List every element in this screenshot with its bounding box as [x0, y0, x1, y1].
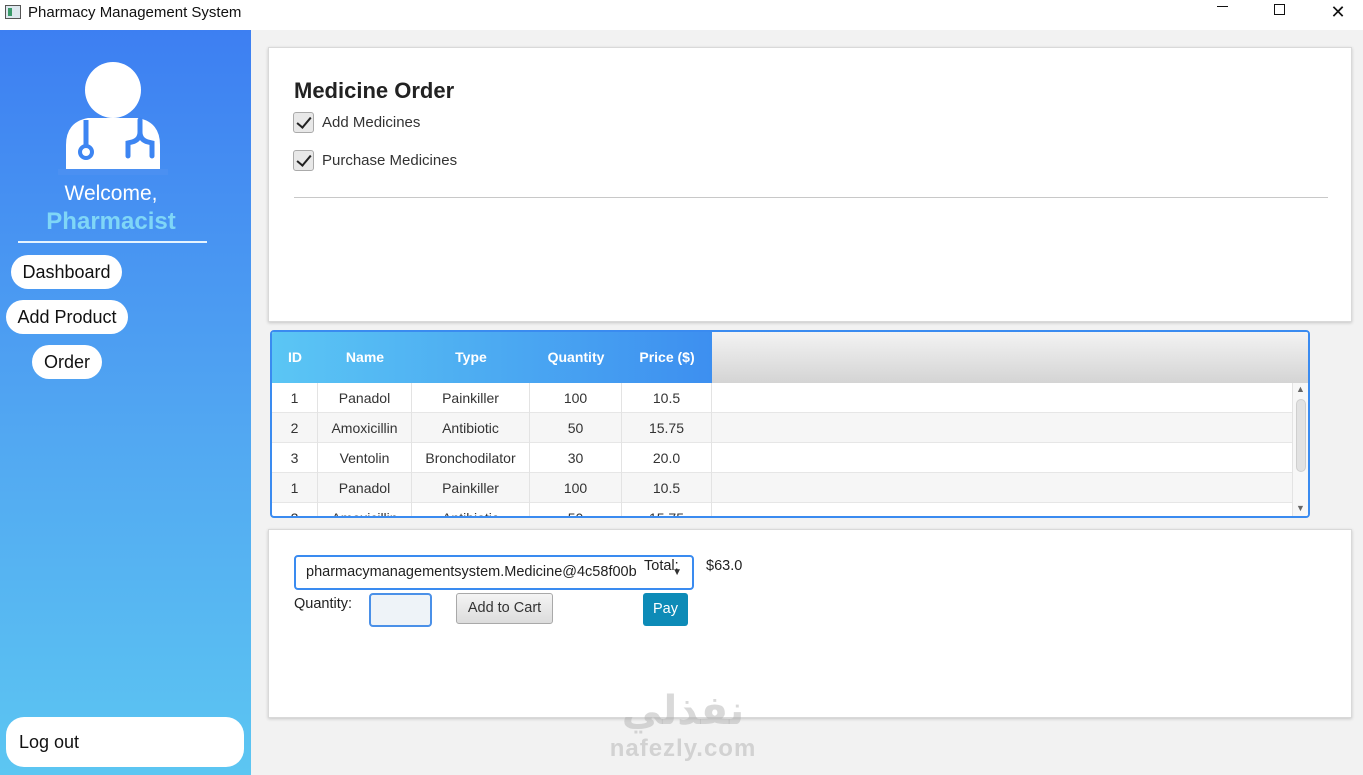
close-button[interactable]: ✕ [1315, 0, 1361, 30]
add-medicines-checkbox-row[interactable]: Add Medicines [293, 111, 420, 133]
table-cell: 50 [530, 413, 622, 443]
table-cell: 15.75 [622, 413, 712, 443]
sidebar: Welcome, Pharmacist Dashboard Add Produc… [0, 30, 251, 775]
sidebar-item-order[interactable]: Order [32, 345, 102, 379]
column-header-type[interactable]: Type [412, 332, 530, 383]
sidebar-item-add-product[interactable]: Add Product [6, 300, 128, 334]
watermark-url: nafezly.com [609, 735, 757, 762]
table-scrollbar[interactable]: ▲ ▼ [1292, 383, 1308, 516]
table-cell: 100 [530, 473, 622, 503]
scrollbar-thumb[interactable] [1296, 399, 1306, 472]
table-body: 1 Panadol Painkiller 100 10.5 2 Amoxicil… [272, 383, 1292, 516]
pay-button[interactable]: Pay [643, 593, 688, 626]
maximize-icon [1273, 4, 1285, 16]
total-label: Total: [644, 558, 679, 574]
minimize-icon [1216, 6, 1228, 8]
panel-divider [294, 197, 1328, 198]
medicines-table[interactable]: ID Name Type Quantity Price ($) 1 Panado… [270, 330, 1310, 518]
purchase-medicines-checkbox-row[interactable]: Purchase Medicines [293, 149, 457, 171]
role-text: Pharmacist [46, 208, 176, 235]
page-title: Medicine Order [294, 78, 455, 103]
table-cell: 2 [272, 413, 318, 443]
table-cell: Bronchodilator [412, 443, 530, 473]
table-cell: 20.0 [622, 443, 712, 473]
table-cell: 2 [272, 503, 318, 516]
scroll-down-icon[interactable]: ▼ [1296, 503, 1305, 513]
medicine-select-value: pharmacymanagementsystem.Medicine@4c58f0… [306, 564, 637, 580]
table-row[interactable]: 2 Amoxicillin Antibiotic 50 15.75 [272, 503, 1292, 516]
add-medicines-label: Add Medicines [322, 113, 421, 131]
medicine-order-panel: Medicine Order Add Medicines Purchase Me… [268, 47, 1352, 322]
title-bar: Pharmacy Management System ✕ [0, 0, 1363, 30]
table-cell: Amoxicillin [318, 413, 412, 443]
table-cell: Ventolin [318, 443, 412, 473]
column-header-price[interactable]: Price ($) [622, 332, 712, 383]
window-title: Pharmacy Management System [28, 4, 242, 21]
table-cell: Painkiller [412, 473, 530, 503]
table-cell: 1 [272, 473, 318, 503]
table-cell: 50 [530, 503, 622, 516]
column-header-name[interactable]: Name [318, 332, 412, 383]
table-cell: 10.5 [622, 473, 712, 503]
welcome-text: Welcome, [64, 182, 158, 205]
scroll-up-icon[interactable]: ▲ [1296, 384, 1305, 394]
total-value: $63.0 [706, 558, 743, 574]
table-header: ID Name Type Quantity Price ($) [272, 332, 1308, 383]
purchase-medicines-label: Purchase Medicines [322, 151, 458, 169]
purchase-medicines-checkbox[interactable] [293, 149, 314, 171]
app-icon [5, 5, 21, 19]
table-cell: Antibiotic [412, 413, 530, 443]
quantity-input[interactable] [369, 593, 432, 627]
quantity-label: Quantity: [294, 596, 353, 612]
table-cell: 3 [272, 443, 318, 473]
add-to-cart-button[interactable]: Add to Cart [456, 593, 553, 624]
minimize-button[interactable] [1199, 0, 1245, 30]
table-row[interactable]: 3 Ventolin Bronchodilator 30 20.0 [272, 443, 1292, 473]
sidebar-item-dashboard[interactable]: Dashboard [11, 255, 122, 289]
table-cell: 30 [530, 443, 622, 473]
sidebar-divider [18, 241, 207, 243]
table-cell: 10.5 [622, 383, 712, 413]
doctor-avatar-icon [58, 62, 168, 175]
table-cell: Panadol [318, 383, 412, 413]
table-cell: 1 [272, 383, 318, 413]
medicine-select[interactable]: pharmacymanagementsystem.Medicine@4c58f0… [294, 555, 694, 590]
add-medicines-checkbox[interactable] [293, 111, 314, 133]
table-cell: 100 [530, 383, 622, 413]
table-row[interactable]: 1 Panadol Painkiller 100 10.5 [272, 473, 1292, 503]
table-row[interactable]: 1 Panadol Painkiller 100 10.5 [272, 383, 1292, 413]
column-header-quantity[interactable]: Quantity [530, 332, 622, 383]
table-row[interactable]: 2 Amoxicillin Antibiotic 50 15.75 [272, 413, 1292, 443]
close-icon: ✕ [1330, 2, 1346, 22]
logout-button[interactable]: Log out [6, 717, 244, 767]
maximize-button[interactable] [1256, 0, 1302, 30]
cart-panel: pharmacymanagementsystem.Medicine@4c58f0… [268, 529, 1352, 718]
table-cell: Antibiotic [412, 503, 530, 516]
table-cell: 15.75 [622, 503, 712, 516]
table-cell: Painkiller [412, 383, 530, 413]
table-cell: Panadol [318, 473, 412, 503]
column-header-id[interactable]: ID [272, 332, 318, 383]
table-cell: Amoxicillin [318, 503, 412, 516]
